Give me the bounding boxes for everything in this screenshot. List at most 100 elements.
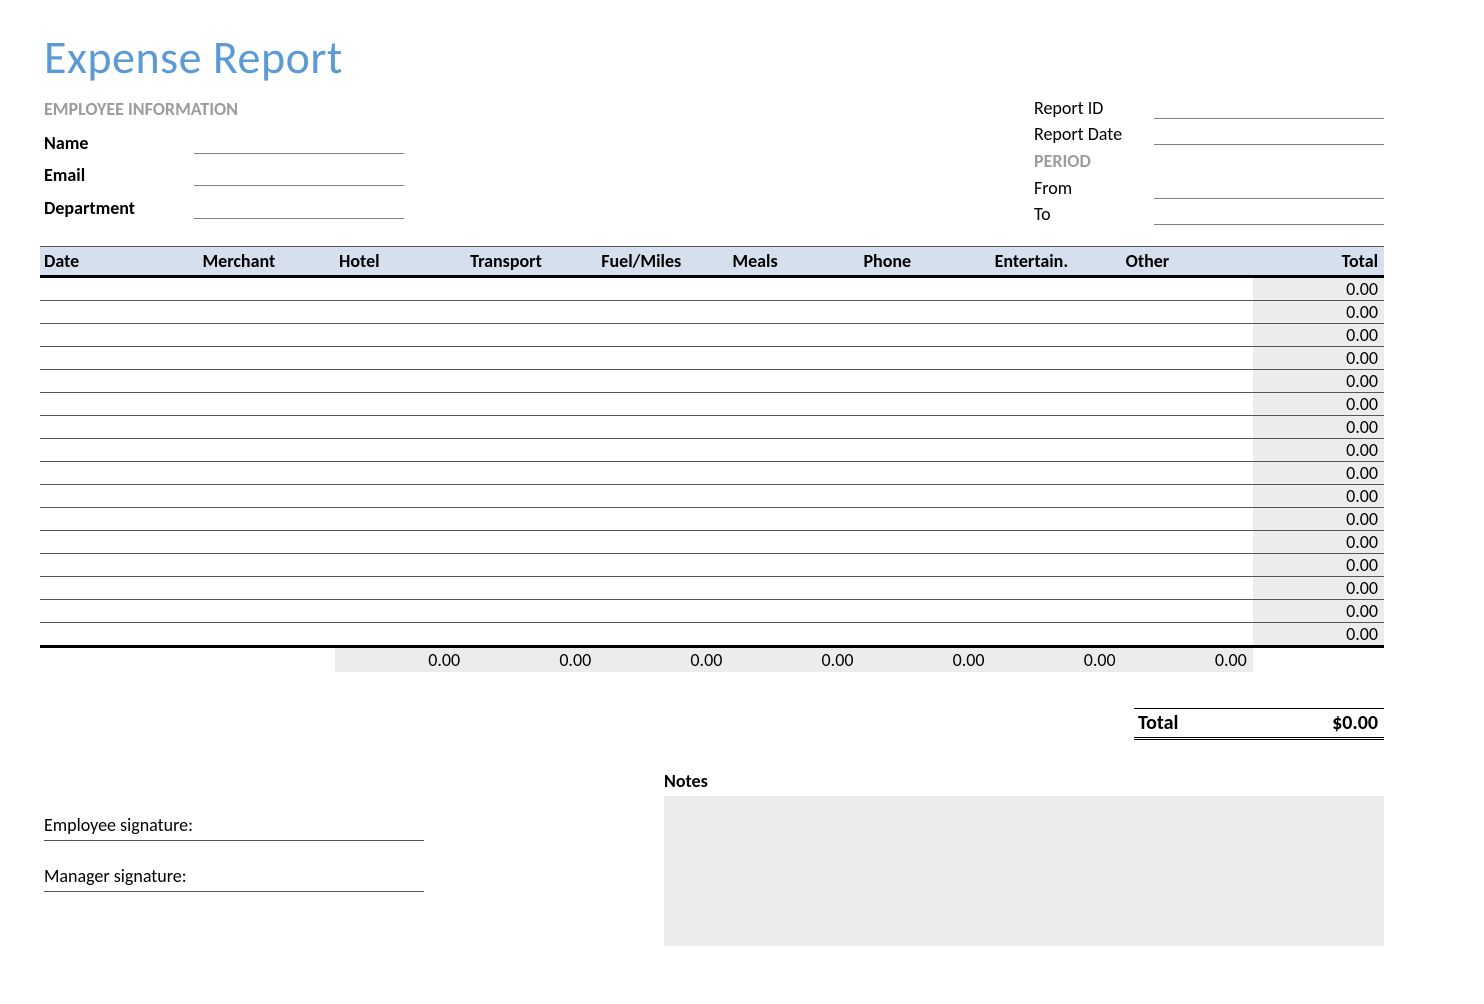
table-cell[interactable] bbox=[728, 531, 859, 554]
table-cell[interactable] bbox=[859, 577, 990, 600]
table-cell[interactable] bbox=[335, 416, 466, 439]
table-cell[interactable] bbox=[335, 531, 466, 554]
table-cell[interactable] bbox=[991, 554, 1122, 577]
table-cell[interactable] bbox=[198, 324, 335, 347]
table-cell[interactable] bbox=[991, 416, 1122, 439]
table-cell[interactable] bbox=[40, 277, 198, 301]
table-cell[interactable] bbox=[597, 462, 728, 485]
table-cell[interactable] bbox=[198, 277, 335, 301]
table-cell[interactable] bbox=[198, 370, 335, 393]
table-cell[interactable] bbox=[991, 485, 1122, 508]
table-cell[interactable] bbox=[198, 393, 335, 416]
table-cell[interactable] bbox=[198, 508, 335, 531]
table-cell[interactable] bbox=[466, 393, 597, 416]
table-cell[interactable] bbox=[991, 600, 1122, 623]
table-cell[interactable] bbox=[466, 508, 597, 531]
table-cell[interactable] bbox=[859, 508, 990, 531]
table-cell[interactable] bbox=[40, 462, 198, 485]
table-cell[interactable] bbox=[335, 600, 466, 623]
table-cell[interactable] bbox=[859, 623, 990, 647]
table-cell[interactable] bbox=[335, 462, 466, 485]
table-cell[interactable] bbox=[466, 301, 597, 324]
table-cell[interactable] bbox=[991, 462, 1122, 485]
table-cell[interactable] bbox=[991, 531, 1122, 554]
table-cell[interactable] bbox=[1122, 508, 1253, 531]
table-cell[interactable] bbox=[859, 370, 990, 393]
table-cell[interactable] bbox=[335, 577, 466, 600]
table-cell[interactable] bbox=[728, 600, 859, 623]
department-field[interactable] bbox=[194, 196, 404, 219]
table-cell[interactable] bbox=[859, 554, 990, 577]
table-cell[interactable] bbox=[991, 508, 1122, 531]
table-cell[interactable] bbox=[335, 393, 466, 416]
table-cell[interactable] bbox=[597, 301, 728, 324]
employee-signature-line[interactable] bbox=[44, 840, 424, 841]
table-cell[interactable] bbox=[40, 347, 198, 370]
table-cell[interactable] bbox=[198, 301, 335, 324]
table-cell[interactable] bbox=[198, 462, 335, 485]
table-cell[interactable] bbox=[40, 370, 198, 393]
table-cell[interactable] bbox=[198, 347, 335, 370]
table-cell[interactable] bbox=[335, 347, 466, 370]
table-cell[interactable] bbox=[198, 485, 335, 508]
table-cell[interactable] bbox=[335, 301, 466, 324]
table-cell[interactable] bbox=[728, 393, 859, 416]
table-cell[interactable] bbox=[335, 554, 466, 577]
table-cell[interactable] bbox=[728, 370, 859, 393]
table-cell[interactable] bbox=[991, 277, 1122, 301]
table-cell[interactable] bbox=[859, 301, 990, 324]
table-cell[interactable] bbox=[198, 600, 335, 623]
table-cell[interactable] bbox=[335, 324, 466, 347]
table-cell[interactable] bbox=[40, 623, 198, 647]
table-cell[interactable] bbox=[40, 577, 198, 600]
table-cell[interactable] bbox=[1122, 370, 1253, 393]
table-cell[interactable] bbox=[728, 301, 859, 324]
table-cell[interactable] bbox=[728, 508, 859, 531]
table-cell[interactable] bbox=[198, 416, 335, 439]
table-cell[interactable] bbox=[597, 439, 728, 462]
table-cell[interactable] bbox=[728, 439, 859, 462]
table-cell[interactable] bbox=[728, 462, 859, 485]
table-cell[interactable] bbox=[597, 347, 728, 370]
table-cell[interactable] bbox=[198, 439, 335, 462]
table-cell[interactable] bbox=[335, 508, 466, 531]
table-cell[interactable] bbox=[597, 531, 728, 554]
email-field[interactable] bbox=[194, 163, 404, 186]
table-cell[interactable] bbox=[40, 324, 198, 347]
table-cell[interactable] bbox=[991, 370, 1122, 393]
table-cell[interactable] bbox=[597, 416, 728, 439]
table-cell[interactable] bbox=[597, 277, 728, 301]
table-cell[interactable] bbox=[597, 485, 728, 508]
table-cell[interactable] bbox=[597, 393, 728, 416]
table-cell[interactable] bbox=[728, 554, 859, 577]
table-cell[interactable] bbox=[597, 577, 728, 600]
table-cell[interactable] bbox=[466, 324, 597, 347]
report-date-field[interactable] bbox=[1154, 122, 1384, 145]
period-to-field[interactable] bbox=[1154, 202, 1384, 225]
table-cell[interactable] bbox=[597, 370, 728, 393]
table-cell[interactable] bbox=[859, 277, 990, 301]
table-cell[interactable] bbox=[335, 485, 466, 508]
table-cell[interactable] bbox=[991, 301, 1122, 324]
table-cell[interactable] bbox=[466, 600, 597, 623]
table-cell[interactable] bbox=[466, 416, 597, 439]
table-cell[interactable] bbox=[859, 600, 990, 623]
table-cell[interactable] bbox=[859, 416, 990, 439]
table-cell[interactable] bbox=[728, 277, 859, 301]
table-cell[interactable] bbox=[859, 485, 990, 508]
table-cell[interactable] bbox=[335, 439, 466, 462]
notes-area[interactable] bbox=[664, 796, 1384, 946]
name-field[interactable] bbox=[194, 131, 404, 154]
table-cell[interactable] bbox=[1122, 623, 1253, 647]
table-cell[interactable] bbox=[597, 324, 728, 347]
table-cell[interactable] bbox=[991, 324, 1122, 347]
table-cell[interactable] bbox=[1122, 393, 1253, 416]
table-cell[interactable] bbox=[859, 347, 990, 370]
table-cell[interactable] bbox=[597, 623, 728, 647]
table-cell[interactable] bbox=[597, 554, 728, 577]
table-cell[interactable] bbox=[1122, 531, 1253, 554]
table-cell[interactable] bbox=[1122, 324, 1253, 347]
table-cell[interactable] bbox=[728, 347, 859, 370]
table-cell[interactable] bbox=[466, 439, 597, 462]
table-cell[interactable] bbox=[466, 554, 597, 577]
